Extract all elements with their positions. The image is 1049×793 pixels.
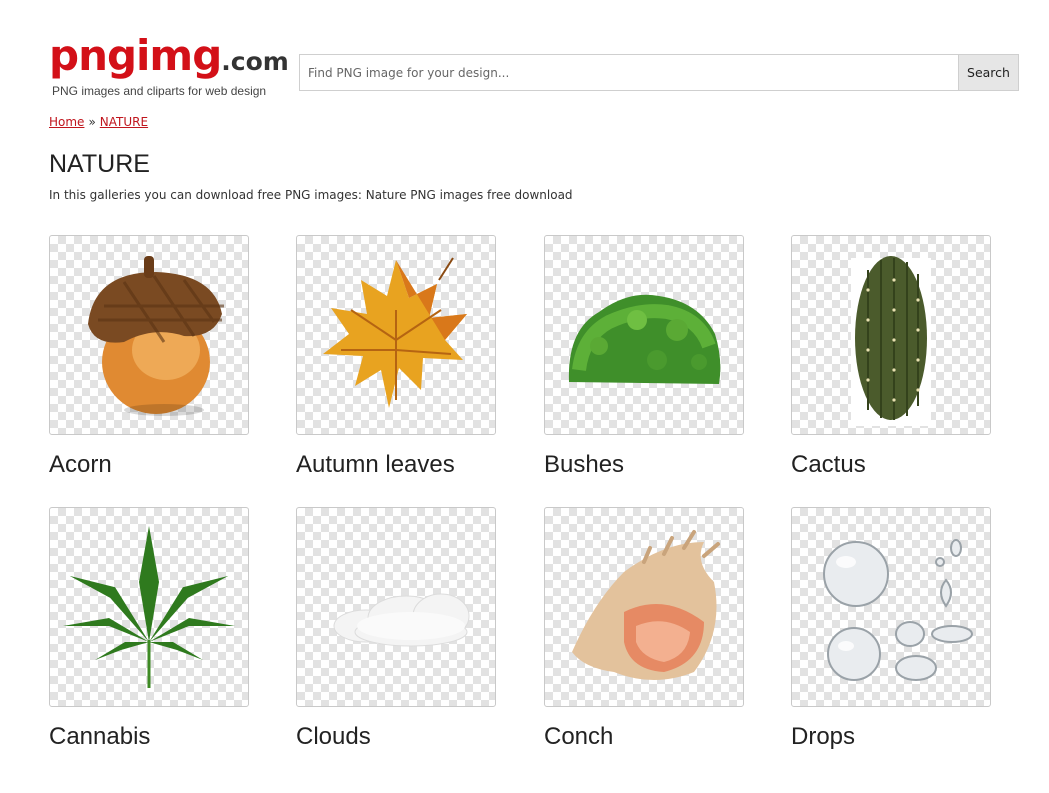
gallery-item-label[interactable]: Conch [544, 723, 744, 751]
gallery-item-label[interactable]: Clouds [296, 723, 496, 751]
gallery-item-acorn[interactable]: Acorn [49, 235, 249, 479]
gallery-item-label[interactable]: Cactus [791, 451, 991, 479]
cactus-icon [851, 256, 931, 426]
gallery-item-bushes[interactable]: Bushes [544, 235, 744, 479]
water-drops-icon [823, 539, 973, 681]
conch-shell-icon [572, 530, 720, 680]
gallery-item-clouds[interactable]: Clouds [296, 507, 496, 751]
gallery-item-autumn-leaves[interactable]: Autumn leaves [296, 235, 496, 479]
gallery-thumb[interactable] [544, 507, 744, 707]
maple-leaf-icon [323, 257, 467, 408]
search-form: Search [299, 54, 1019, 91]
gallery-item-cactus[interactable]: Cactus [791, 235, 991, 479]
breadcrumb-separator: » [88, 115, 96, 129]
gallery-item-label[interactable]: Autumn leaves [296, 451, 496, 479]
page-intro: In this galleries you can download free … [49, 188, 573, 202]
bush-icon [568, 294, 721, 384]
gallery-thumb[interactable] [544, 235, 744, 435]
search-input[interactable] [300, 55, 958, 90]
gallery-thumb[interactable] [791, 235, 991, 435]
cannabis-leaf-icon [63, 526, 235, 688]
breadcrumb-home-link[interactable]: Home [49, 115, 84, 129]
page-title: NATURE [49, 150, 150, 178]
gallery-thumb[interactable] [49, 235, 249, 435]
acorn-icon [88, 256, 224, 416]
gallery-thumb[interactable] [296, 507, 496, 707]
gallery-thumb[interactable] [296, 235, 496, 435]
logo-domain: .com [221, 47, 289, 76]
gallery-thumb[interactable] [791, 507, 991, 707]
gallery-item-label[interactable]: Cannabis [49, 723, 249, 751]
cloud-icon [333, 593, 470, 647]
gallery-item-label[interactable]: Acorn [49, 451, 249, 479]
gallery-item-drops[interactable]: Drops [791, 507, 991, 751]
site-tagline: PNG images and cliparts for web design [52, 84, 267, 98]
site-header: pngimg.com PNG images and cliparts for w… [49, 30, 1019, 102]
breadcrumb: Home » NATURE [49, 115, 148, 129]
gallery-item-conch[interactable]: Conch [544, 507, 744, 751]
gallery-item-label[interactable]: Bushes [544, 451, 744, 479]
breadcrumb-current-link[interactable]: NATURE [100, 115, 148, 129]
search-button[interactable]: Search [958, 55, 1018, 90]
gallery-thumb[interactable] [49, 507, 249, 707]
gallery-item-label[interactable]: Drops [791, 723, 991, 751]
gallery-item-cannabis[interactable]: Cannabis [49, 507, 249, 751]
logo-wordmark: pngimg [49, 31, 222, 80]
site-logo[interactable]: pngimg.com [49, 32, 289, 80]
